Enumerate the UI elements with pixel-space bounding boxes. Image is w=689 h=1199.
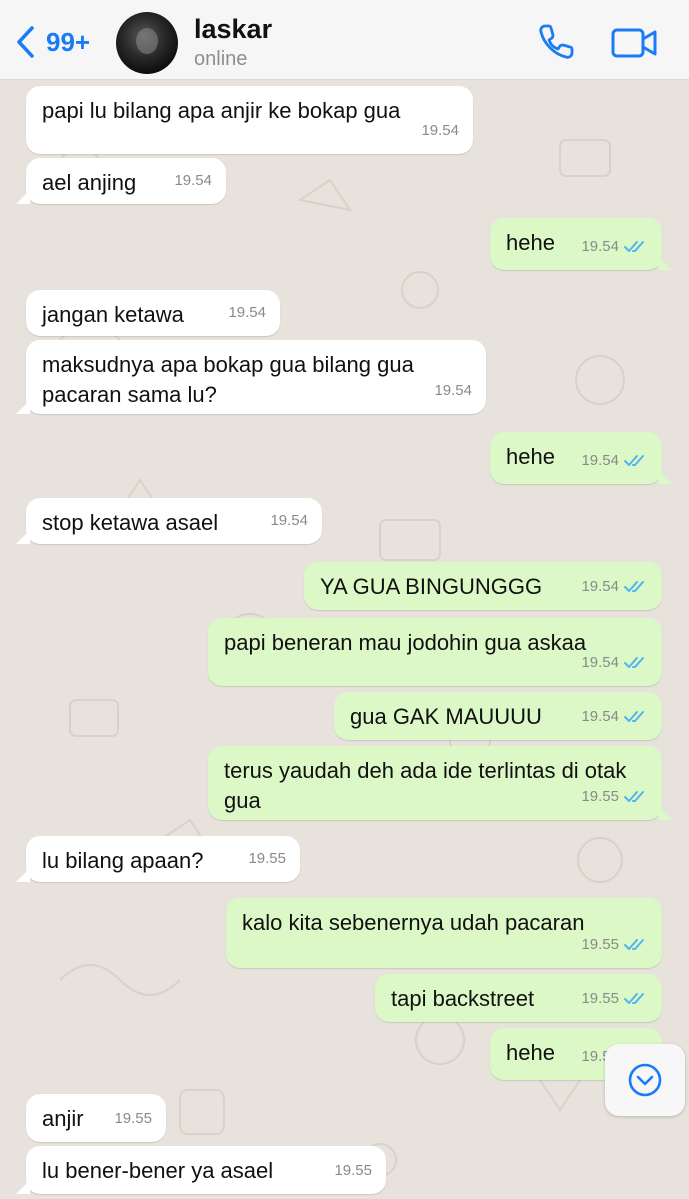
chat-header: 99+ laskar online	[0, 0, 689, 80]
message-meta: 19.54	[270, 506, 308, 536]
message-meta: 19.55	[581, 984, 648, 1014]
message-time: 19.54	[434, 382, 472, 399]
message-time: 19.55	[581, 936, 619, 953]
message-text: hehe	[506, 1040, 555, 1065]
outgoing-message[interactable]: hehe 19.54	[490, 432, 672, 484]
incoming-message[interactable]: ael anjing 19.54	[16, 158, 226, 204]
message-text: maksudnya apa bokap gua bilang gua pacar…	[42, 352, 414, 407]
read-ticks-icon	[624, 939, 644, 950]
message-time: 19.54	[228, 304, 266, 321]
message-text: stop ketawa asael	[42, 510, 219, 535]
message-text: YA GUA BINGUNGGG	[320, 574, 543, 599]
message-text: papi lu bilang apa anjir ke bokap gua	[42, 98, 401, 123]
incoming-message[interactable]: stop ketawa asael 19.54	[16, 498, 322, 544]
avatar[interactable]	[116, 12, 178, 74]
incoming-message[interactable]: anjir 19.55	[26, 1094, 166, 1142]
read-ticks-icon	[624, 241, 644, 252]
contact-status: online	[194, 48, 248, 70]
message-meta: 19.54	[581, 702, 648, 732]
message-text: gua GAK MAUUUU	[350, 704, 542, 729]
message-text: hehe	[506, 230, 555, 255]
message-meta: 19.54	[434, 376, 472, 406]
message-time: 19.54	[174, 172, 212, 189]
incoming-message[interactable]: maksudnya apa bokap gua bilang gua pacar…	[16, 340, 486, 414]
message-text: terus yaudah deh ada ide terlintas di ot…	[224, 758, 627, 813]
message-time: 19.54	[581, 654, 619, 671]
read-ticks-icon	[624, 581, 644, 592]
incoming-message[interactable]: lu bener-bener ya asael 19.55	[16, 1146, 386, 1194]
scroll-to-bottom-button[interactable]	[605, 1044, 685, 1116]
message-time: 19.55	[581, 788, 619, 805]
incoming-message[interactable]: lu bilang apaan? 19.55	[16, 836, 300, 882]
message-text: ael anjing	[42, 170, 137, 195]
outgoing-message[interactable]: hehe 19.54	[490, 218, 672, 270]
message-time: 19.54	[581, 452, 619, 469]
phone-icon[interactable]	[536, 22, 576, 62]
outgoing-message[interactable]: kalo kita sebenernya udah pacaran 19.55	[226, 898, 662, 968]
message-text: jangan ketawa	[42, 302, 184, 327]
message-time: 19.54	[421, 122, 459, 139]
message-time: 19.54	[581, 238, 619, 255]
outgoing-message[interactable]: papi beneran mau jodohin gua askaa 19.54	[208, 618, 662, 686]
message-time: 19.55	[114, 1110, 152, 1127]
contact-name[interactable]: laskar	[194, 14, 272, 45]
message-meta: 19.54	[581, 446, 648, 476]
message-meta: 19.54	[581, 572, 648, 602]
message-time: 19.54	[581, 578, 619, 595]
message-time: 19.54	[581, 708, 619, 725]
outgoing-message[interactable]: YA GUA BINGUNGGG 19.54	[304, 562, 662, 610]
message-meta: 19.55	[581, 930, 648, 960]
message-text: lu bilang apaan?	[42, 848, 204, 873]
message-meta: 19.55	[581, 782, 648, 812]
message-meta: 19.55	[114, 1104, 152, 1134]
message-meta: 19.54	[228, 298, 266, 328]
read-ticks-icon	[624, 711, 644, 722]
chat-area[interactable]: papi lu bilang apa anjir ke bokap gua 19.…	[0, 80, 689, 1199]
message-time: 19.55	[334, 1162, 372, 1179]
message-text: lu bener-bener ya asael	[42, 1158, 274, 1183]
message-time: 19.54	[270, 512, 308, 529]
message-text: tapi backstreet	[391, 986, 535, 1011]
message-meta: 19.54	[174, 166, 212, 196]
outgoing-message[interactable]: gua GAK MAUUUU 19.54	[334, 692, 662, 740]
message-meta: 19.55	[334, 1156, 372, 1186]
outgoing-message[interactable]: terus yaudah deh ada ide terlintas di ot…	[208, 746, 672, 820]
message-meta: 19.54	[581, 648, 648, 678]
message-meta: 19.55	[248, 844, 286, 874]
incoming-message[interactable]: papi lu bilang apa anjir ke bokap gua 19.…	[26, 86, 473, 154]
read-ticks-icon	[624, 791, 644, 802]
message-text: hehe	[506, 444, 555, 469]
read-ticks-icon	[624, 455, 644, 466]
message-meta: 19.54	[421, 116, 459, 146]
message-text: papi beneran mau jodohin gua askaa	[224, 630, 587, 655]
unread-count: 99+	[46, 26, 91, 57]
message-time: 19.55	[248, 850, 286, 867]
chevron-left-icon	[17, 26, 34, 58]
chevron-down-circle-icon	[628, 1063, 662, 1097]
read-ticks-icon	[624, 657, 644, 668]
message-time: 19.55	[581, 990, 619, 1007]
message-text: anjir	[42, 1106, 84, 1131]
back-button[interactable]: 99+	[14, 22, 90, 62]
message-meta: 19.54	[581, 232, 648, 262]
incoming-message[interactable]: jangan ketawa 19.54	[26, 290, 280, 336]
message-text: kalo kita sebenernya udah pacaran	[242, 910, 585, 935]
read-ticks-icon	[624, 993, 644, 1004]
video-camera-icon[interactable]	[610, 22, 658, 62]
outgoing-message[interactable]: tapi backstreet 19.55	[375, 974, 662, 1022]
